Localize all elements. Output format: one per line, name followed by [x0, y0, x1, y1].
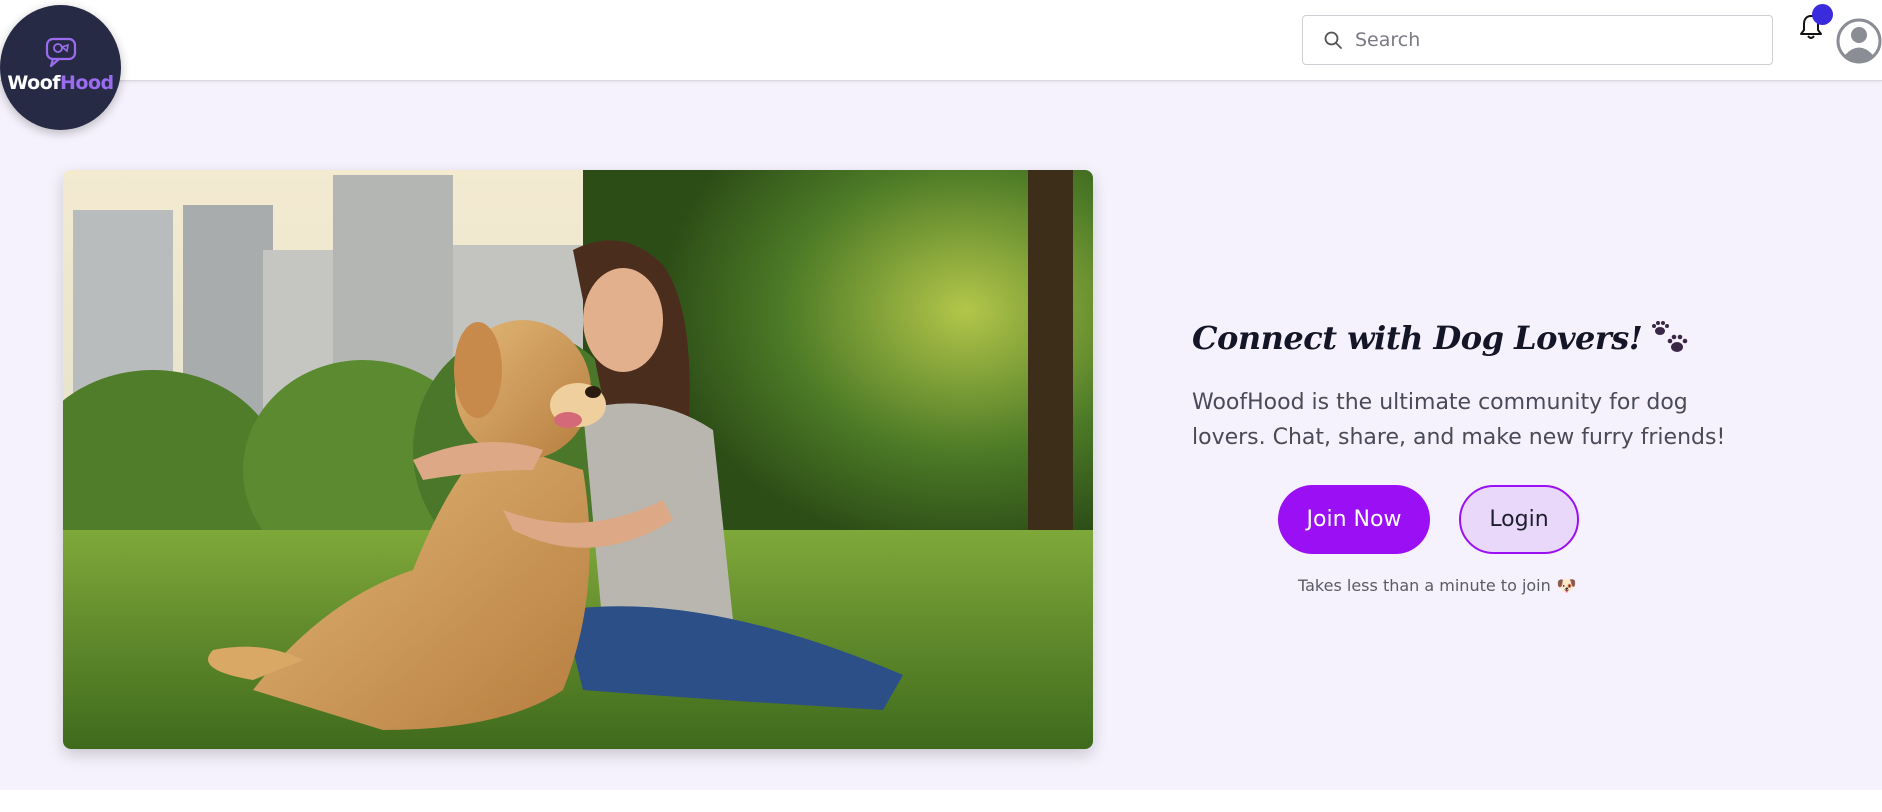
hero-description: WoofHood is the ultimate community for d…: [1192, 390, 1726, 450]
hero-photo: [63, 170, 1093, 749]
paw-prints-icon: [1652, 321, 1688, 352]
notification-badge: [1812, 4, 1833, 25]
search-input[interactable]: [1355, 29, 1755, 51]
brand-name: WoofHood: [7, 71, 114, 94]
search-icon: [1324, 31, 1342, 49]
signup-hint: Takes less than a minute to join 🐶: [1298, 576, 1577, 595]
login-button[interactable]: Login: [1459, 485, 1579, 554]
top-navbar: [0, 0, 1882, 81]
user-avatar-icon[interactable]: [1836, 18, 1882, 64]
hero-headline: Connect with Dog Lovers!: [1192, 319, 1690, 357]
woman-hugging-golden-retriever-photo: [63, 170, 1093, 749]
dog-face-icon: 🐶: [1556, 576, 1577, 595]
hero-section: Connect with Dog Lovers! WoofHood is the…: [0, 81, 1882, 790]
page-footer-strip: [0, 790, 1882, 812]
join-now-button[interactable]: Join Now: [1278, 485, 1430, 554]
chat-bubble-dog-icon: [45, 37, 76, 67]
brand-logo[interactable]: WoofHood: [0, 5, 121, 130]
search-box[interactable]: [1302, 15, 1773, 65]
